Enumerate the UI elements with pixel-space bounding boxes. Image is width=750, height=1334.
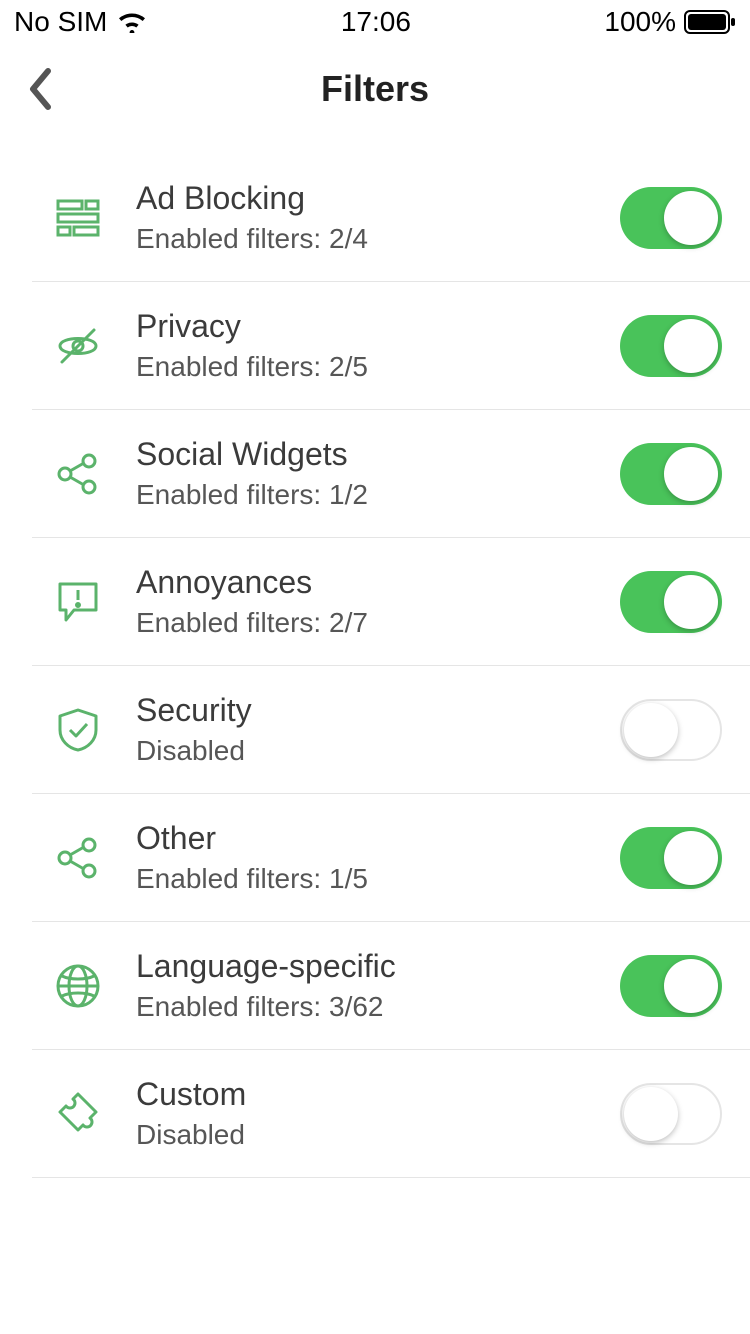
share-icon <box>48 828 108 888</box>
row-privacy[interactable]: Privacy Enabled filters: 2/5 <box>32 282 750 410</box>
annoyances-icon <box>48 572 108 632</box>
page-title: Filters <box>321 68 429 110</box>
clock-text: 17:06 <box>341 6 411 38</box>
toggle-privacy[interactable] <box>620 315 722 377</box>
row-subtitle: Enabled filters: 1/5 <box>136 863 620 895</box>
toggle-annoyances[interactable] <box>620 571 722 633</box>
toggle-language-specific[interactable] <box>620 955 722 1017</box>
row-subtitle: Enabled filters: 3/62 <box>136 991 620 1023</box>
shield-icon <box>48 700 108 760</box>
row-annoyances[interactable]: Annoyances Enabled filters: 2/7 <box>32 538 750 666</box>
chevron-left-icon <box>27 67 53 111</box>
row-subtitle: Enabled filters: 1/2 <box>136 479 620 511</box>
row-subtitle: Enabled filters: 2/7 <box>136 607 620 639</box>
back-button[interactable] <box>18 67 62 111</box>
row-title: Social Widgets <box>136 436 620 473</box>
row-security[interactable]: Security Disabled <box>32 666 750 794</box>
row-title: Custom <box>136 1076 620 1113</box>
privacy-icon <box>48 316 108 376</box>
filter-list: Ad Blocking Enabled filters: 2/4 Privacy… <box>0 154 750 1178</box>
row-subtitle: Disabled <box>136 1119 620 1151</box>
toggle-custom[interactable] <box>620 1083 722 1145</box>
row-title: Language-specific <box>136 948 620 985</box>
row-title: Ad Blocking <box>136 180 620 217</box>
wifi-icon <box>117 11 147 33</box>
status-bar: No SIM 17:06 100% <box>0 0 750 44</box>
share-icon <box>48 444 108 504</box>
row-title: Other <box>136 820 620 857</box>
row-subtitle: Enabled filters: 2/5 <box>136 351 620 383</box>
carrier-text: No SIM <box>14 6 107 38</box>
battery-icon <box>684 10 736 34</box>
row-social-widgets[interactable]: Social Widgets Enabled filters: 1/2 <box>32 410 750 538</box>
row-ad-blocking[interactable]: Ad Blocking Enabled filters: 2/4 <box>32 154 750 282</box>
row-language-specific[interactable]: Language-specific Enabled filters: 3/62 <box>32 922 750 1050</box>
row-title: Security <box>136 692 620 729</box>
globe-icon <box>48 956 108 1016</box>
row-subtitle: Enabled filters: 2/4 <box>136 223 620 255</box>
ad-blocking-icon <box>48 188 108 248</box>
toggle-ad-blocking[interactable] <box>620 187 722 249</box>
toggle-security[interactable] <box>620 699 722 761</box>
nav-bar: Filters <box>0 44 750 134</box>
row-subtitle: Disabled <box>136 735 620 767</box>
toggle-social-widgets[interactable] <box>620 443 722 505</box>
row-title: Privacy <box>136 308 620 345</box>
row-other[interactable]: Other Enabled filters: 1/5 <box>32 794 750 922</box>
row-custom[interactable]: Custom Disabled <box>32 1050 750 1178</box>
puzzle-icon <box>48 1084 108 1144</box>
battery-text: 100% <box>604 6 676 38</box>
row-title: Annoyances <box>136 564 620 601</box>
toggle-other[interactable] <box>620 827 722 889</box>
